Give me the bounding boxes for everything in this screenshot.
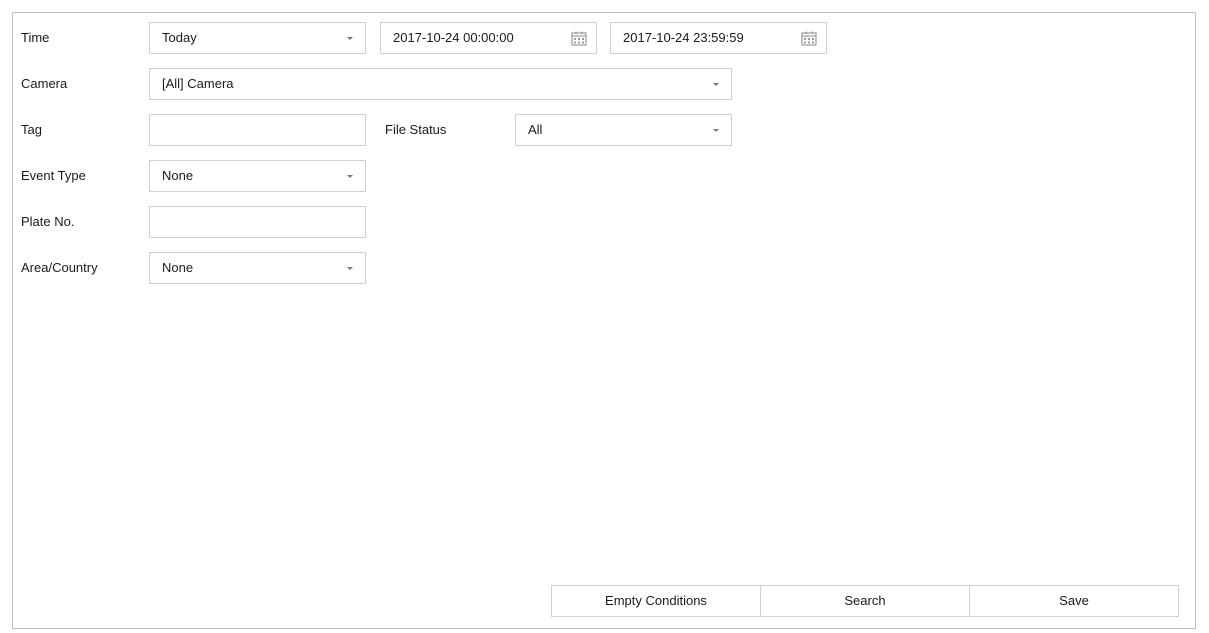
start-time-field[interactable]: 2017-10-24 00:00:00 (380, 22, 597, 54)
search-button[interactable]: Search (760, 585, 970, 617)
tag-label: Tag (21, 122, 42, 137)
end-time-value: 2017-10-24 23:59:59 (623, 30, 744, 45)
camera-label: Camera (21, 76, 68, 91)
time-label: Time (21, 30, 50, 45)
plate-no-label: Plate No. (21, 214, 75, 229)
time-range-select[interactable]: Today (149, 22, 366, 54)
chevron-down-icon (347, 37, 353, 40)
area-country-label: Area/Country (21, 260, 98, 275)
save-button[interactable]: Save (969, 585, 1179, 617)
file-status-select[interactable]: All (515, 114, 732, 146)
chevron-down-icon (713, 129, 719, 132)
time-range-value: Today (162, 30, 197, 45)
chevron-down-icon (347, 175, 353, 178)
camera-select[interactable]: [All] Camera (149, 68, 732, 100)
area-country-select[interactable]: None (149, 252, 366, 284)
tag-input[interactable] (149, 114, 366, 146)
search-conditions-panel: Time Today 2017-10-24 00:00:00 2017-10-2… (12, 12, 1196, 629)
chevron-down-icon (347, 267, 353, 270)
calendar-icon[interactable] (801, 31, 817, 46)
event-type-value: None (162, 168, 194, 183)
file-status-value: All (528, 122, 543, 137)
file-status-label: File Status (385, 122, 447, 137)
end-time-field[interactable]: 2017-10-24 23:59:59 (610, 22, 827, 54)
start-time-value: 2017-10-24 00:00:00 (393, 30, 514, 45)
calendar-icon[interactable] (571, 31, 587, 46)
empty-conditions-button[interactable]: Empty Conditions (551, 585, 761, 617)
plate-no-input[interactable] (149, 206, 366, 238)
camera-value: [All] Camera (162, 76, 234, 91)
chevron-down-icon (713, 83, 719, 86)
area-country-value: None (162, 260, 194, 275)
event-type-select[interactable]: None (149, 160, 366, 192)
event-type-label: Event Type (21, 168, 86, 183)
